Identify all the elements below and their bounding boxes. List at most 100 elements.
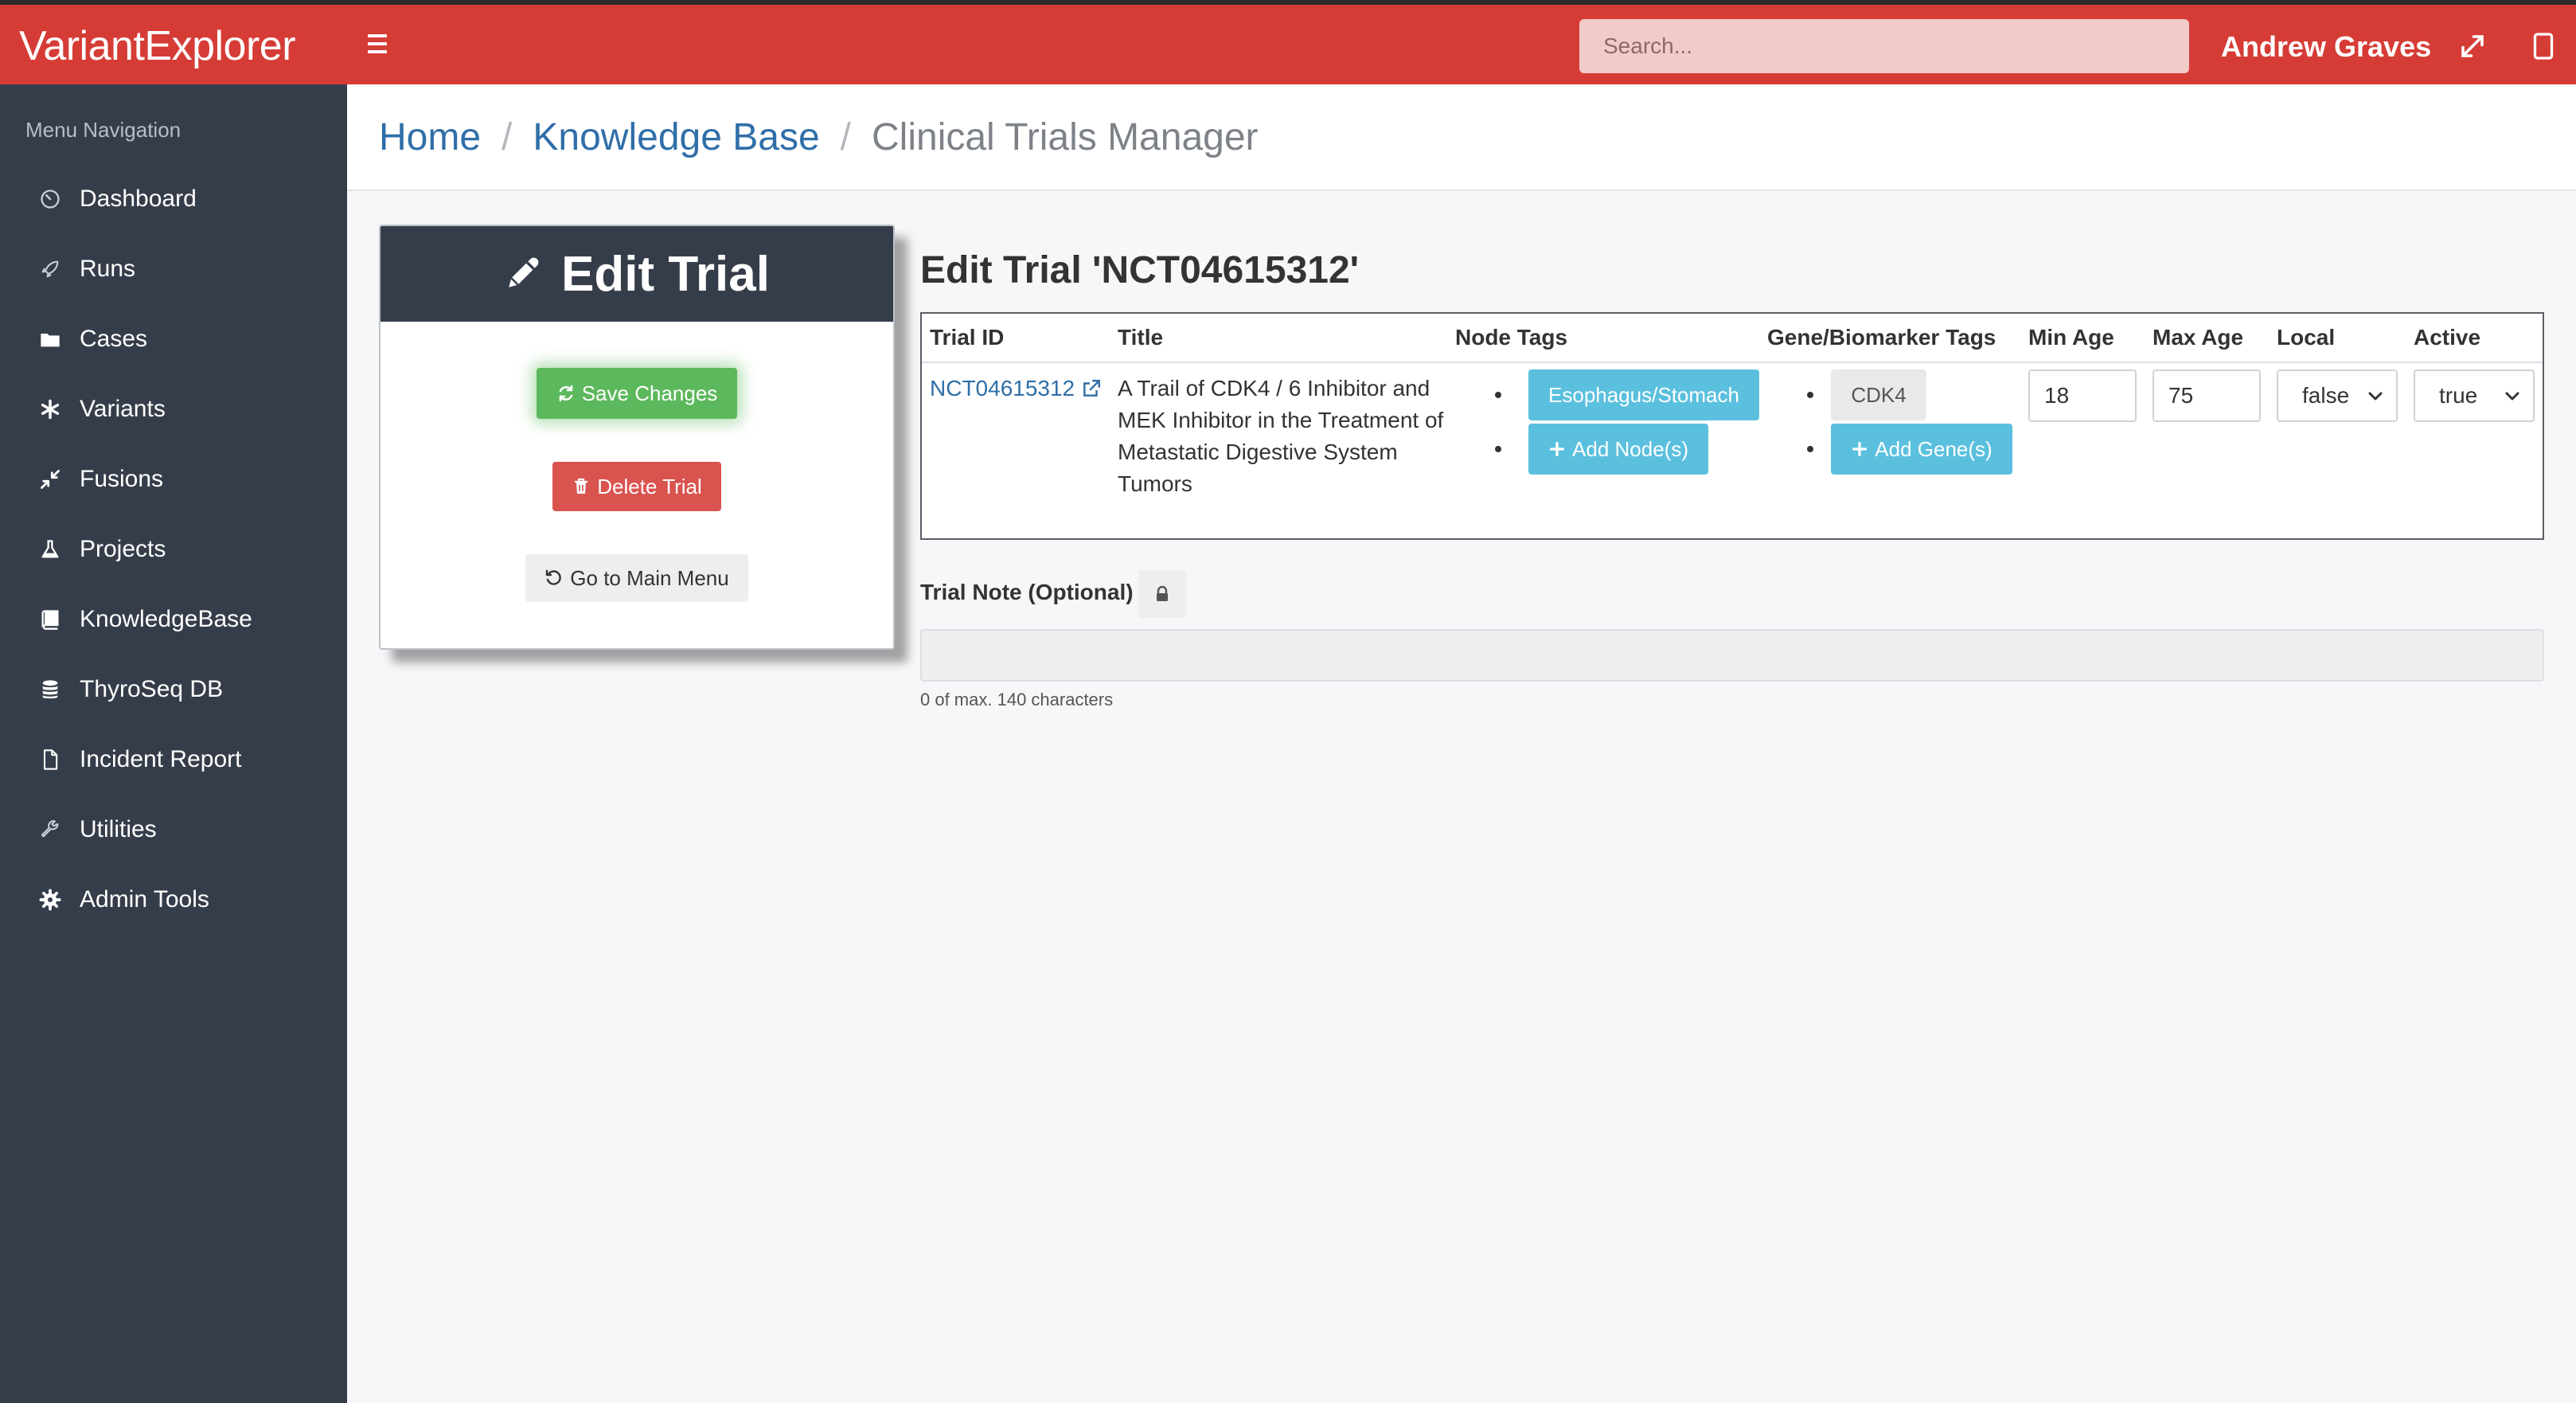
folder-icon: [37, 326, 64, 353]
node-tag-label: Esophagus/Stomach: [1548, 382, 1739, 407]
add-gene-button[interactable]: Add Gene(s): [1831, 424, 2012, 475]
gene-tag-cdk4[interactable]: CDK4: [1831, 369, 1926, 420]
save-changes-label: Save Changes: [581, 381, 718, 405]
trash-icon: [575, 478, 588, 494]
plus-icon: [1550, 442, 1564, 456]
list-bullet: [1495, 446, 1501, 452]
sidebar-nav: Dashboard Runs Cases Variants Fusions Pr…: [0, 164, 347, 935]
delete-trial-button[interactable]: Delete Trial: [552, 462, 721, 511]
sidebar-item-runs[interactable]: Runs: [0, 234, 347, 304]
fullscreen-icon[interactable]: [2458, 32, 2487, 61]
chevron-down-icon: [2505, 392, 2519, 401]
breadcrumb: Home / Knowledge Base / Clinical Trials …: [347, 84, 2576, 191]
menu-toggle-icon[interactable]: [368, 24, 392, 64]
edit-trial-card: Edit Trial Save Changes Delete Trial Go …: [379, 225, 895, 650]
add-node-label: Add Node(s): [1572, 436, 1688, 461]
trial-title: A Trail of CDK4 / 6 Inhibitor and MEK In…: [1118, 376, 1444, 496]
sidebar-item-label: Admin Tools: [80, 886, 209, 913]
rocket-icon: [37, 256, 64, 283]
note-lock-button[interactable]: [1138, 570, 1186, 618]
book-icon: [37, 606, 64, 633]
main-menu-button[interactable]: Go to Main Menu: [525, 554, 748, 602]
note-char-count: 0 of max. 140 characters: [920, 690, 1114, 709]
column-header-min-age: Min Age: [2028, 325, 2114, 350]
top-navbar: VariantExplorer Andrew Graves: [0, 0, 2576, 84]
active-select-value: true: [2439, 383, 2478, 408]
list-bullet: [1807, 446, 1813, 452]
local-select[interactable]: false: [2277, 369, 2398, 422]
min-age-input[interactable]: [2028, 369, 2137, 422]
trial-heading: Edit Trial 'NCT04615312': [920, 249, 1360, 291]
trial-note-label: Trial Note (Optional): [920, 580, 1134, 604]
column-header-node-tags: Node Tags: [1455, 325, 1568, 350]
file-icon: [37, 746, 64, 773]
gear-icon: [37, 886, 64, 913]
sidebar: Menu Navigation Dashboard Runs Cases Var…: [0, 84, 347, 1403]
sidebar-item-label: Cases: [80, 326, 148, 352]
breadcrumb-separator: /: [502, 115, 513, 158]
plus-icon: [1852, 442, 1868, 456]
refresh-icon: [559, 385, 573, 402]
sidebar-item-label: KnowledgeBase: [80, 606, 252, 632]
sidebar-item-label: Fusions: [80, 466, 164, 492]
main-menu-label: Go to Main Menu: [570, 565, 729, 590]
sidebar-item-incident-report[interactable]: Incident Report: [0, 725, 347, 795]
sidebar-item-fusions[interactable]: Fusions: [0, 444, 347, 514]
chevron-down-icon: [2368, 392, 2383, 401]
sidebar-item-variants[interactable]: Variants: [0, 374, 347, 444]
sidebar-item-knowledgebase[interactable]: KnowledgeBase: [0, 584, 347, 655]
list-bullet: [1807, 392, 1813, 398]
sidebar-item-label: Projects: [80, 536, 166, 562]
trial-note-input[interactable]: [920, 629, 2544, 682]
sidebar-item-cases[interactable]: Cases: [0, 304, 347, 374]
sidebar-item-label: Runs: [80, 256, 136, 282]
max-age-input[interactable]: [2153, 369, 2261, 422]
sidebar-item-thyroseq-db[interactable]: ThyroSeq DB: [0, 655, 347, 725]
card-header: Edit Trial: [381, 226, 893, 322]
local-select-value: false: [2302, 383, 2350, 408]
flask-icon: [37, 536, 64, 563]
sidebar-item-projects[interactable]: Projects: [0, 514, 347, 584]
delete-trial-label: Delete Trial: [597, 474, 702, 498]
lock-icon: [1157, 585, 1168, 601]
column-header-local: Local: [2277, 325, 2336, 350]
sidebar-item-utilities[interactable]: Utilities: [0, 795, 347, 865]
column-header-gene-tags: Gene/Biomarker Tags: [1767, 325, 1996, 350]
breadcrumb-current: Clinical Trials Manager: [872, 115, 1259, 158]
sidebar-item-label: ThyroSeq DB: [80, 676, 224, 702]
database-icon: [37, 676, 64, 703]
trial-id-link[interactable]: NCT04615312: [930, 376, 1102, 401]
sidebar-item-dashboard[interactable]: Dashboard: [0, 164, 347, 234]
external-link-icon: [1083, 380, 1101, 397]
breadcrumb-separator: /: [840, 115, 851, 158]
compress-icon: [37, 466, 64, 493]
search-input[interactable]: [1579, 19, 2189, 73]
sidebar-item-label: Dashboard: [80, 186, 197, 212]
trial-id-text: NCT04615312: [930, 376, 1075, 401]
list-bullet: [1495, 392, 1501, 398]
table-header-divider: [922, 361, 2543, 363]
wrench-icon: [37, 816, 64, 843]
column-header-trial-id: Trial ID: [930, 325, 1005, 350]
trial-table: Trial ID Title Node Tags Gene/Biomarker …: [920, 312, 2544, 540]
breadcrumb-knowledge-base-link[interactable]: Knowledge Base: [533, 115, 819, 159]
sidebar-panel-icon[interactable]: [2531, 32, 2555, 61]
card-title: Edit Trial: [561, 246, 770, 302]
undo-icon: [546, 569, 562, 585]
pencil-icon: [504, 252, 544, 296]
asterisk-icon: [37, 396, 64, 423]
node-tag-esophagus-stomach[interactable]: Esophagus/Stomach: [1528, 369, 1759, 420]
breadcrumb-home-link[interactable]: Home: [379, 115, 481, 159]
save-changes-button[interactable]: Save Changes: [537, 368, 737, 419]
sidebar-item-label: Variants: [80, 396, 166, 422]
app-root: VariantExplorer Andrew Graves Menu Navig…: [0, 0, 2576, 1403]
sidebar-item-admin-tools[interactable]: Admin Tools: [0, 865, 347, 935]
brand-logo[interactable]: VariantExplorer: [19, 22, 296, 70]
sidebar-item-label: Utilities: [80, 816, 157, 842]
column-header-max-age: Max Age: [2153, 325, 2244, 350]
user-name[interactable]: Andrew Graves: [2221, 30, 2431, 64]
column-header-active: Active: [2414, 325, 2481, 350]
add-node-button[interactable]: Add Node(s): [1528, 424, 1708, 475]
sidebar-item-label: Incident Report: [80, 746, 242, 772]
active-select[interactable]: true: [2414, 369, 2535, 422]
